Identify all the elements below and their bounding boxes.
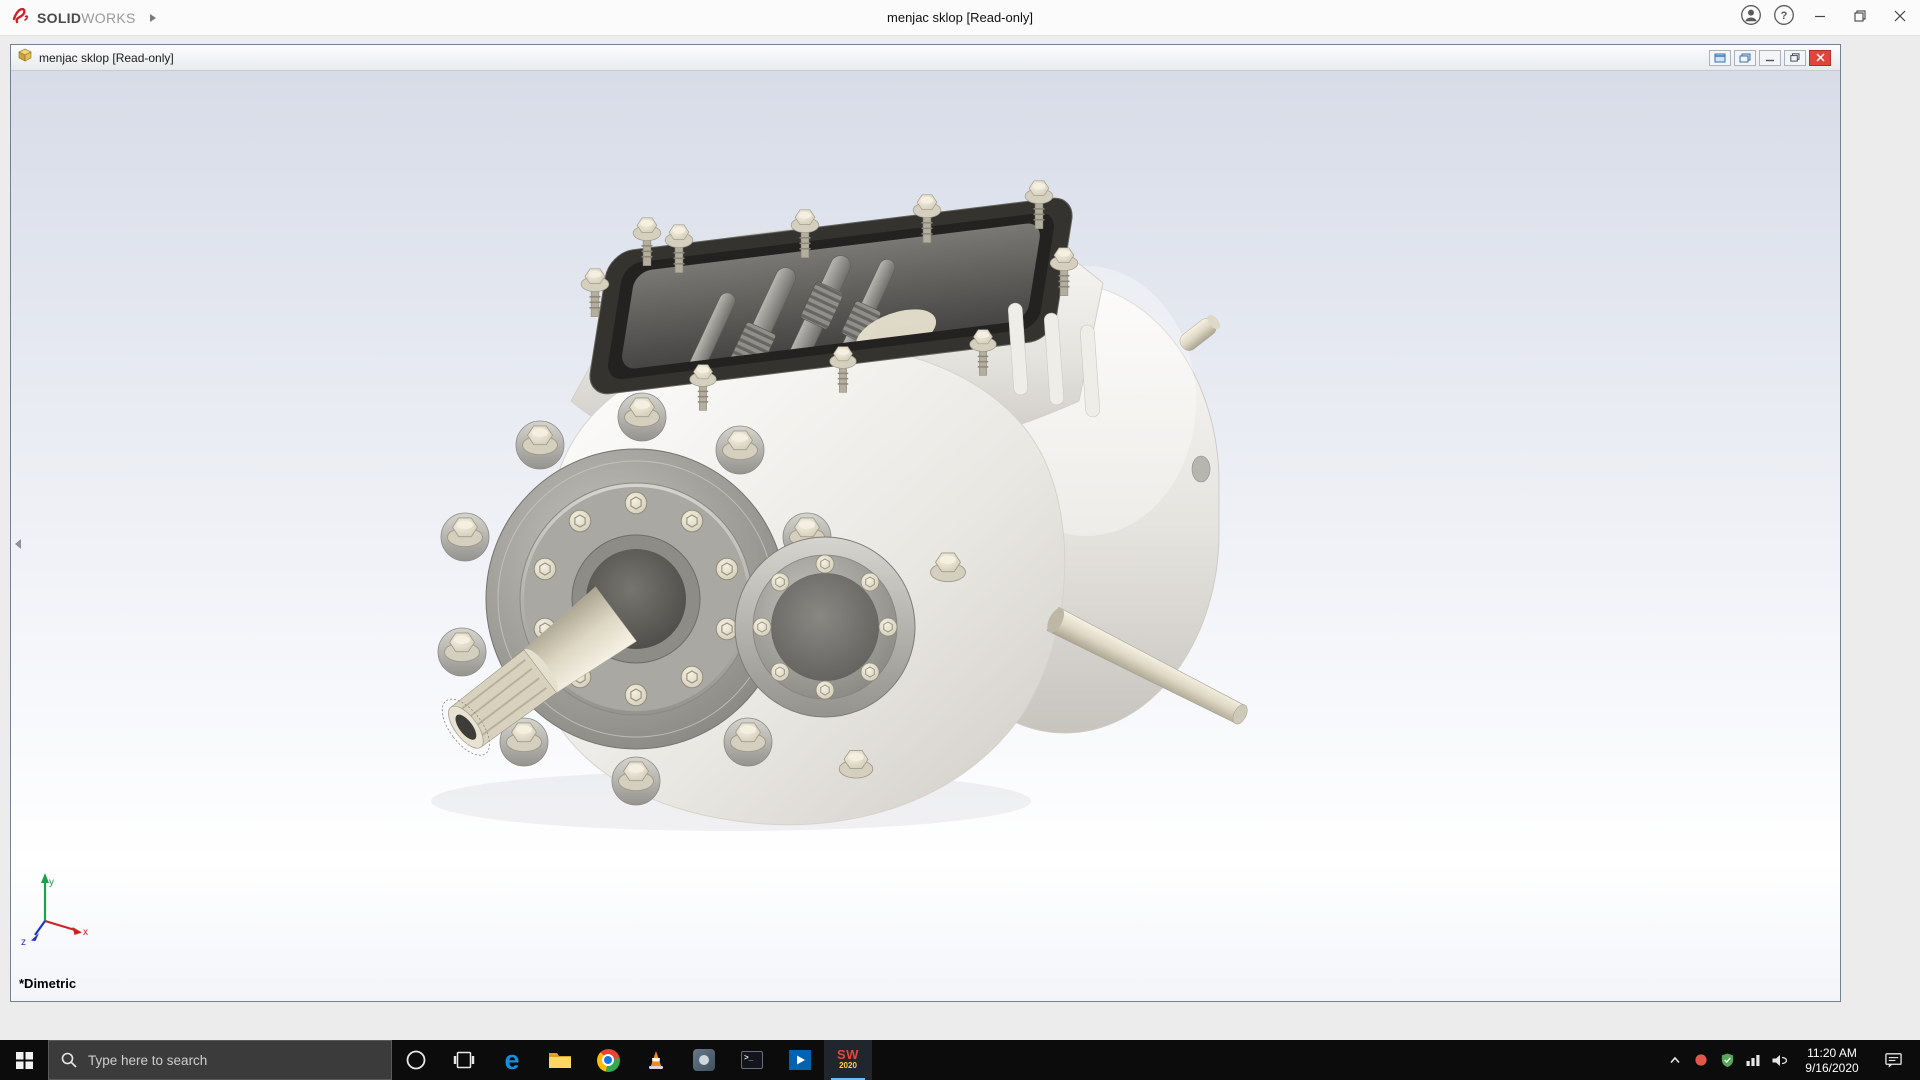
chrome-button[interactable]	[584, 1040, 632, 1080]
svg-text:x: x	[83, 927, 88, 938]
movies-app-button[interactable]	[776, 1040, 824, 1080]
document-window: menjac sklop [Read-only] y x z *Dimetric	[10, 44, 1841, 1002]
account-icon	[1740, 4, 1762, 31]
file-explorer-button[interactable]	[536, 1040, 584, 1080]
network-icon	[1746, 1055, 1760, 1066]
chevron-left-icon	[14, 539, 21, 549]
window-title: menjac sklop [Read-only]	[887, 10, 1033, 25]
file-explorer-icon	[549, 1053, 571, 1068]
side-boss	[1191, 455, 1211, 483]
main-titlebar[interactable]: SOLIDWORKS menjac sklop [Read-only] ?	[0, 0, 1920, 36]
taskbar: e >_ SW 2020	[0, 1040, 1920, 1080]
task-view-icon	[453, 1051, 475, 1069]
volume-icon	[1772, 1054, 1787, 1066]
3d-model-canvas[interactable]: y x z	[11, 71, 1840, 1001]
taskbar-search[interactable]	[48, 1040, 392, 1080]
media-player-button[interactable]	[632, 1040, 680, 1080]
volume-tray-button[interactable]	[1766, 1040, 1792, 1080]
cortana-button[interactable]	[392, 1040, 440, 1080]
gray-app-icon	[693, 1049, 715, 1071]
app-client-area: menjac sklop [Read-only] y x z *Dimetric	[0, 36, 1920, 1040]
document-titlebar[interactable]: menjac sklop [Read-only]	[11, 45, 1840, 71]
minimize-button[interactable]	[1800, 0, 1840, 36]
search-icon	[61, 1052, 77, 1068]
search-input[interactable]	[86, 1051, 379, 1069]
clock-date: 9/16/2020	[1805, 1061, 1859, 1075]
task-view-button[interactable]	[440, 1040, 488, 1080]
terminal-button[interactable]: >_	[728, 1040, 776, 1080]
chrome-icon	[596, 1048, 620, 1072]
action-center-icon	[1884, 1053, 1902, 1068]
tray-app-button[interactable]	[1688, 1040, 1714, 1080]
clock-time: 11:20 AM	[1807, 1046, 1857, 1060]
vent-fitting[interactable]	[1177, 312, 1223, 354]
document-close-button[interactable]	[1809, 49, 1831, 66]
security-tray-button[interactable]	[1714, 1040, 1740, 1080]
solidworks-icon: SW 2020	[837, 1047, 859, 1070]
windows-start-icon	[15, 1051, 33, 1069]
hidden-icons-button[interactable]	[1662, 1040, 1688, 1080]
close-icon	[1815, 53, 1825, 62]
restore-icon	[1790, 53, 1800, 62]
restore-button[interactable]	[1840, 0, 1880, 36]
action-center-button[interactable]	[1872, 1040, 1914, 1080]
system-tray: 11:20 AM 9/16/2020	[1662, 1040, 1920, 1080]
svg-text:?: ?	[1780, 10, 1787, 22]
brand-text: SOLIDWORKS	[37, 9, 136, 26]
tile-window-icon	[1714, 53, 1726, 62]
bearing-cover[interactable]	[734, 536, 916, 718]
terminal-icon: >_	[741, 1051, 763, 1069]
help-icon: ?	[1773, 4, 1795, 31]
minimize-icon	[1766, 59, 1774, 61]
solidworks-brand: SOLIDWORKS	[0, 4, 167, 31]
defender-shield-icon	[1721, 1053, 1733, 1068]
edge-icon: e	[504, 1045, 520, 1075]
close-button[interactable]	[1880, 0, 1920, 36]
close-icon	[1894, 9, 1906, 27]
network-tray-button[interactable]	[1740, 1040, 1766, 1080]
featuremanager-collapse-arrow[interactable]	[11, 527, 24, 561]
solidworks-app-button[interactable]: SW 2020	[824, 1040, 872, 1080]
svg-text:y: y	[49, 877, 54, 888]
chevron-up-icon	[1670, 1056, 1680, 1064]
account-button[interactable]	[1734, 0, 1767, 36]
svg-text:z: z	[21, 937, 26, 948]
help-button[interactable]: ?	[1767, 0, 1800, 36]
document-minimize-button[interactable]	[1759, 49, 1781, 66]
graphics-area[interactable]: y x z *Dimetric	[11, 71, 1840, 1001]
document-title: menjac sklop [Read-only]	[39, 50, 174, 65]
window-layout-button-2[interactable]	[1734, 49, 1756, 66]
movies-tv-icon	[789, 1050, 811, 1070]
assembly-document-icon	[17, 47, 33, 68]
view-orientation-label: *Dimetric	[19, 976, 77, 991]
edge-button[interactable]: e	[488, 1040, 536, 1080]
minimize-icon	[1814, 9, 1826, 27]
cortana-icon	[406, 1050, 426, 1070]
window-layout-button-1[interactable]	[1709, 49, 1731, 66]
document-restore-button[interactable]	[1784, 49, 1806, 66]
restore-icon	[1854, 9, 1866, 27]
solidworks-logo-icon	[10, 4, 32, 31]
cascade-window-icon	[1739, 53, 1751, 62]
start-button[interactable]	[0, 1040, 48, 1080]
vlc-icon	[649, 1051, 663, 1069]
orientation-triad[interactable]: y x z	[21, 873, 88, 948]
gray-app-button[interactable]	[680, 1040, 728, 1080]
taskbar-clock[interactable]: 11:20 AM 9/16/2020	[1792, 1044, 1872, 1076]
menu-expand-arrow-icon[interactable]	[149, 13, 157, 23]
tray-app-icon	[1695, 1054, 1707, 1066]
